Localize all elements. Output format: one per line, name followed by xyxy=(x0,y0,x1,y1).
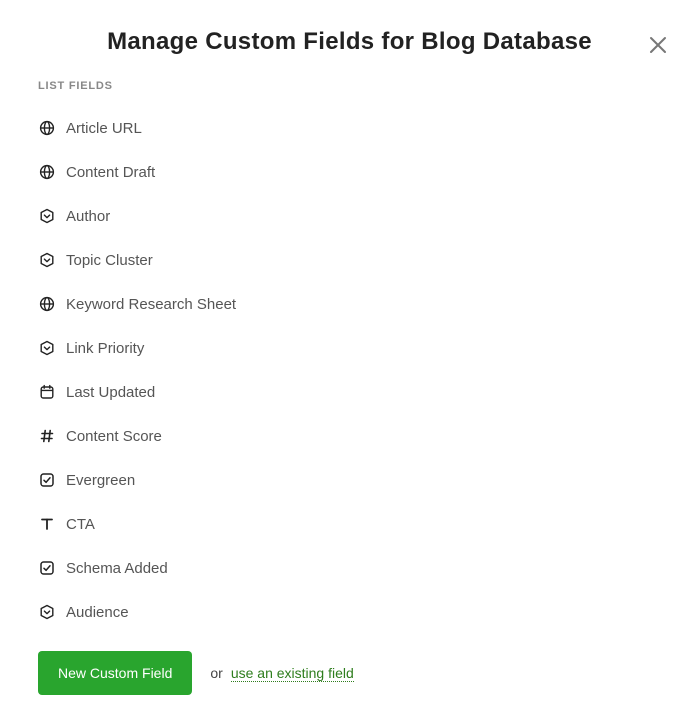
field-label: Topic Cluster xyxy=(66,252,153,269)
field-item[interactable]: CTA xyxy=(38,502,699,546)
field-label: CTA xyxy=(66,516,95,533)
checkbox-icon xyxy=(38,559,56,577)
section-label: LIST FIELDS xyxy=(38,80,699,92)
or-text: or xyxy=(210,665,222,681)
dropdown-icon xyxy=(38,339,56,357)
dropdown-icon xyxy=(38,603,56,621)
globe-icon xyxy=(38,295,56,313)
field-item[interactable]: Schema Added xyxy=(38,546,699,590)
field-item[interactable]: Topic Cluster xyxy=(38,238,699,282)
globe-icon xyxy=(38,119,56,137)
field-item[interactable]: Keyword Research Sheet xyxy=(38,282,699,326)
field-item[interactable]: Content Score xyxy=(38,414,699,458)
close-icon xyxy=(647,34,669,56)
field-label: Content Score xyxy=(66,428,162,445)
field-item[interactable]: Last Updated xyxy=(38,370,699,414)
field-item[interactable]: Article URL xyxy=(38,106,699,150)
field-label: Content Draft xyxy=(66,164,155,181)
modal-title: Manage Custom Fields for Blog Database xyxy=(107,28,592,56)
field-list: Article URL Content Draft Author Topic C… xyxy=(38,106,699,634)
dropdown-icon xyxy=(38,207,56,225)
text-icon xyxy=(38,515,56,533)
field-item[interactable]: Author xyxy=(38,194,699,238)
field-item[interactable]: Content Draft xyxy=(38,150,699,194)
field-label: Audience xyxy=(66,604,129,621)
calendar-icon xyxy=(38,383,56,401)
use-existing-field-link[interactable]: use an existing field xyxy=(231,665,354,682)
field-item[interactable]: Link Priority xyxy=(38,326,699,370)
checkbox-icon xyxy=(38,471,56,489)
close-button[interactable] xyxy=(647,34,669,56)
field-item[interactable]: Audience xyxy=(38,590,699,634)
field-label: Last Updated xyxy=(66,384,155,401)
field-item[interactable]: Evergreen xyxy=(38,458,699,502)
field-label: Article URL xyxy=(66,120,142,137)
new-custom-field-button[interactable]: New Custom Field xyxy=(38,651,192,695)
globe-icon xyxy=(38,163,56,181)
dropdown-icon xyxy=(38,251,56,269)
hash-icon xyxy=(38,427,56,445)
field-label: Keyword Research Sheet xyxy=(66,296,236,313)
field-label: Evergreen xyxy=(66,472,135,489)
field-label: Author xyxy=(66,208,110,225)
field-label: Schema Added xyxy=(66,560,168,577)
field-label: Link Priority xyxy=(66,340,144,357)
